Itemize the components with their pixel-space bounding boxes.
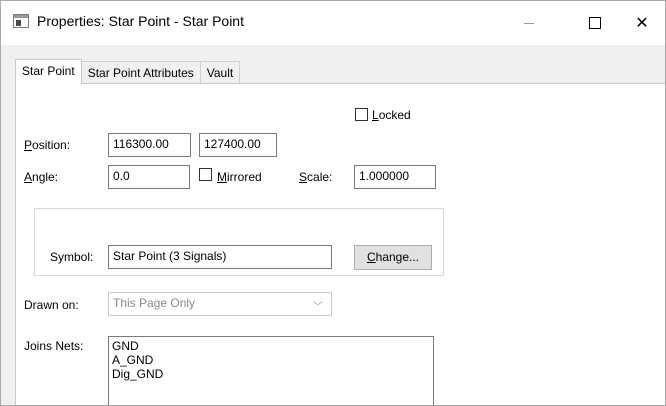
drawn-on-value: This Page Only xyxy=(113,296,196,310)
minimize-button[interactable] xyxy=(506,1,552,45)
drawn-on-label: Drawn on: xyxy=(24,298,79,312)
position-x-input[interactable]: 116300.00 xyxy=(108,133,191,157)
scale-label: Scale: xyxy=(299,170,333,184)
locked-label: Locked xyxy=(372,108,411,122)
mirrored-checkbox[interactable] xyxy=(199,168,212,181)
position-label: Position: xyxy=(24,138,71,152)
minimize-icon xyxy=(524,22,534,24)
scale-input[interactable]: 1.000000 xyxy=(354,165,436,189)
tab-strip: Star Point Star Point Attributes Vault xyxy=(15,59,241,84)
tab-vault[interactable]: Vault xyxy=(199,61,241,84)
maximize-button[interactable] xyxy=(572,1,618,45)
change-symbol-button[interactable]: Change... xyxy=(354,245,432,270)
symbol-label: Symbol: xyxy=(50,250,94,264)
list-item[interactable]: GND xyxy=(112,339,430,353)
tab-star-point-attributes[interactable]: Star Point Attributes xyxy=(80,61,201,84)
position-y-input[interactable]: 127400.00 xyxy=(199,133,277,157)
app-icon xyxy=(13,14,29,28)
joins-nets-label: Joins Nets: xyxy=(24,339,84,353)
drawn-on-select[interactable]: This Page Only ﹀ xyxy=(108,292,332,316)
angle-input[interactable]: 0.0 xyxy=(108,165,190,189)
title-bar: Properties: Star Point - Star Point ✕ xyxy=(1,1,665,45)
close-icon: ✕ xyxy=(635,15,649,32)
star-point-panel: Locked Position: 116300.00 127400.00 Ang… xyxy=(15,83,665,405)
symbol-field: Star Point (3 Signals) xyxy=(108,245,332,269)
chevron-down-icon: ﹀ xyxy=(313,302,323,313)
list-item[interactable]: Dig_GND xyxy=(112,367,430,381)
close-button[interactable]: ✕ xyxy=(619,1,665,45)
maximize-icon xyxy=(589,17,601,29)
locked-checkbox[interactable] xyxy=(355,108,368,121)
tab-star-point[interactable]: Star Point xyxy=(15,59,82,84)
window-title: Properties: Star Point - Star Point xyxy=(37,13,244,29)
properties-dialog: Properties: Star Point - Star Point ✕ St… xyxy=(0,0,666,406)
joins-nets-list[interactable]: GND A_GND Dig_GND xyxy=(108,336,434,405)
list-item[interactable]: A_GND xyxy=(112,353,430,367)
angle-label: Angle: xyxy=(24,170,59,184)
mirrored-label: Mirrored xyxy=(217,170,262,184)
